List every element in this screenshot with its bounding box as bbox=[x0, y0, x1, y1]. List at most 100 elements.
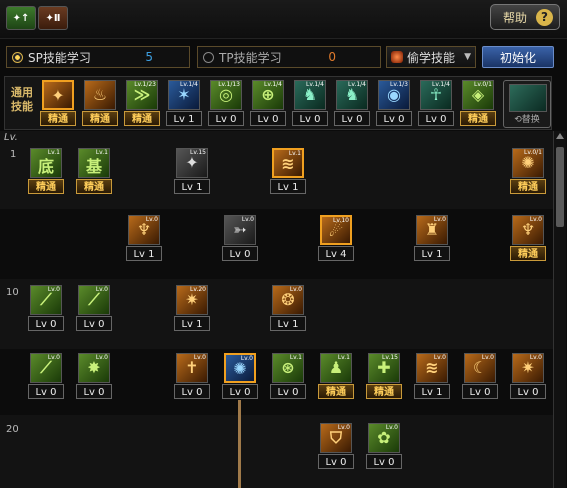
top-bar bbox=[0, 0, 567, 39]
skill-level-label: Lv 0 bbox=[510, 384, 546, 399]
tp-value: 0 bbox=[328, 50, 336, 64]
skill-icon[interactable]: ✺ Lv.0 bbox=[224, 353, 256, 383]
scroll-up-icon[interactable] bbox=[556, 133, 564, 139]
skill-icon[interactable]: ✦ bbox=[42, 80, 74, 110]
general-skill[interactable]: ♨ 精通 bbox=[82, 80, 120, 129]
skill-level-badge: Lv.10 bbox=[333, 217, 349, 224]
skill-icon[interactable]: ☄ Lv.10 bbox=[320, 215, 352, 245]
tree-skill[interactable]: ❂ Lv.0 Lv 1 bbox=[270, 285, 308, 334]
tree-skill[interactable]: ≋ Lv.1 Lv 1 bbox=[270, 148, 308, 197]
skill-icon[interactable]: ◎ Lv.1/13 bbox=[210, 80, 242, 110]
skill-icon[interactable]: 基 Lv.1 bbox=[78, 148, 110, 178]
skill-icon[interactable]: ✦ Lv.15 bbox=[176, 148, 208, 178]
tree-skill[interactable]: ⟋ Lv.0 Lv 0 bbox=[28, 285, 66, 334]
tab-skill-1[interactable]: ✦↑ bbox=[6, 6, 36, 30]
tree-skill[interactable]: ✚ Lv.15 精通 bbox=[366, 353, 404, 402]
scroll-thumb[interactable] bbox=[556, 147, 564, 227]
tree-skill[interactable]: ✦ Lv.15 Lv 1 bbox=[174, 148, 212, 197]
tp-skill-toggle[interactable]: TP技能学习 0 bbox=[197, 46, 381, 68]
skill-icon[interactable]: ✿ Lv.0 bbox=[368, 423, 400, 453]
skill-icon[interactable]: ♞ Lv.1/4 bbox=[336, 80, 368, 110]
general-skill[interactable]: ⊕ Lv.1/4 Lv 0 bbox=[250, 80, 288, 129]
scrollbar[interactable] bbox=[553, 131, 566, 488]
skill-icon[interactable]: ✝ Lv.0 bbox=[176, 353, 208, 383]
tree-skill[interactable]: ☾ Lv.0 Lv 0 bbox=[462, 353, 500, 402]
skill-icon[interactable]: ⊛ Lv.1 bbox=[272, 353, 304, 383]
help-button[interactable]: 帮助 ? bbox=[490, 4, 560, 30]
tree-skill[interactable]: ✸ Lv.0 Lv 0 bbox=[76, 353, 114, 402]
general-skill[interactable]: ◈ Lv.0/1 精通 bbox=[460, 80, 498, 129]
tree-skill[interactable]: ✺ Lv.0/1 精通 bbox=[510, 148, 548, 197]
skill-icon[interactable]: ✷ Lv.0 bbox=[512, 353, 544, 383]
skill-level-label: 精通 bbox=[366, 384, 402, 399]
skill-icon[interactable]: ♜ Lv.0 bbox=[416, 215, 448, 245]
general-skill[interactable]: ♞ Lv.1/4 Lv 0 bbox=[334, 80, 372, 129]
tree-skill[interactable]: ⊛ Lv.1 Lv 0 bbox=[270, 353, 308, 402]
skill-icon[interactable]: ✺ Lv.0/1 bbox=[512, 148, 544, 178]
tree-skill[interactable]: ♆ Lv.0 Lv 1 bbox=[126, 215, 164, 264]
reset-skills-button[interactable]: 初始化 bbox=[482, 46, 554, 68]
job-dropdown[interactable]: 偷学技能 ▼ bbox=[386, 46, 476, 68]
skill-icon[interactable]: ➳ Lv.0 bbox=[224, 215, 256, 245]
skill-icon[interactable]: ⟋ Lv.0 bbox=[30, 353, 62, 383]
skill-level-label: Lv 1 bbox=[166, 111, 202, 126]
tree-skill[interactable]: ✷ Lv.20 Lv 1 bbox=[174, 285, 212, 334]
skill-icon[interactable]: ◈ Lv.0/1 bbox=[462, 80, 494, 110]
tree-skill[interactable]: ♟ Lv.1 精通 bbox=[318, 353, 356, 402]
skill-icon[interactable]: ☾ Lv.0 bbox=[464, 353, 496, 383]
tree-skill[interactable]: ≋ Lv.0 Lv 1 bbox=[414, 353, 452, 402]
general-skill[interactable]: ◉ Lv.1/3 Lv 0 bbox=[376, 80, 414, 129]
skill-icon[interactable]: ♆ Lv.0 bbox=[128, 215, 160, 245]
tree-skill[interactable]: ♆ Lv.0 精通 bbox=[510, 215, 548, 264]
skill-icon[interactable]: ≋ Lv.1 bbox=[272, 148, 304, 178]
skill-icon[interactable]: ♟ Lv.1 bbox=[320, 353, 352, 383]
skill-icon[interactable]: ◉ Lv.1/3 bbox=[378, 80, 410, 110]
skill-level-label: 精通 bbox=[460, 111, 496, 126]
skill-icon[interactable]: ♆ Lv.0 bbox=[512, 215, 544, 245]
skill-icon[interactable]: ✷ Lv.20 bbox=[176, 285, 208, 315]
skill-icon[interactable]: ≫ Lv.1/23 bbox=[126, 80, 158, 110]
skill-level-badge: Lv.0 bbox=[95, 286, 108, 293]
skill-icon[interactable]: ❂ Lv.0 bbox=[272, 285, 304, 315]
skill-icon[interactable]: ✚ Lv.15 bbox=[368, 353, 400, 383]
tree-skill[interactable]: ☄ Lv.10 Lv 4 bbox=[318, 215, 356, 264]
tree-skill[interactable]: ⛉ Lv.0 Lv 0 bbox=[318, 423, 356, 472]
skill-icon[interactable]: ✸ Lv.0 bbox=[78, 353, 110, 383]
swap-skills-button[interactable]: ⟲替换 bbox=[503, 80, 551, 128]
tree-skill[interactable]: ✺ Lv.0 Lv 0 bbox=[222, 353, 260, 402]
skill-icon[interactable]: ✶ Lv.1/4 bbox=[168, 80, 200, 110]
skill-icon[interactable]: ⟋ Lv.0 bbox=[78, 285, 110, 315]
tree-skill[interactable]: 基 Lv.1 精通 bbox=[76, 148, 114, 197]
general-skill[interactable]: ✦ 精通 bbox=[40, 80, 78, 129]
tp-radio-icon[interactable] bbox=[203, 51, 214, 63]
tree-skill[interactable]: ✿ Lv.0 Lv 0 bbox=[366, 423, 404, 472]
sp-skill-toggle[interactable]: SP技能学习 5 bbox=[6, 46, 190, 68]
tree-skill[interactable]: ➳ Lv.0 Lv 0 bbox=[222, 215, 260, 264]
sp-radio-icon[interactable] bbox=[12, 51, 23, 63]
tree-skill[interactable]: ♜ Lv.0 Lv 1 bbox=[414, 215, 452, 264]
tree-skill[interactable]: ⟋ Lv.0 Lv 0 bbox=[76, 285, 114, 334]
general-skill[interactable]: ≫ Lv.1/23 精通 bbox=[124, 80, 162, 129]
general-skill[interactable]: ◎ Lv.1/13 Lv 0 bbox=[208, 80, 246, 129]
tab-skill-2[interactable]: ✦Ⅱ bbox=[38, 6, 68, 30]
skill-icon[interactable]: 底 Lv.1 bbox=[30, 148, 62, 178]
tree-skill[interactable]: ⟋ Lv.0 Lv 0 bbox=[28, 353, 66, 402]
tree-skill[interactable]: ✝ Lv.0 Lv 0 bbox=[174, 353, 212, 402]
tree-skill[interactable]: ✷ Lv.0 Lv 0 bbox=[510, 353, 548, 402]
skill-glyph: ♨ bbox=[92, 85, 108, 104]
skill-icon[interactable]: ☥ Lv.1/4 bbox=[420, 80, 452, 110]
skill-icon[interactable]: ⛉ Lv.0 bbox=[320, 423, 352, 453]
general-skill[interactable]: ♞ Lv.1/4 Lv 0 bbox=[292, 80, 330, 129]
skill-icon[interactable]: ⊕ Lv.1/4 bbox=[252, 80, 284, 110]
general-skill[interactable]: ✶ Lv.1/4 Lv 1 bbox=[166, 80, 204, 129]
tree-skill[interactable]: 底 Lv.1 精通 bbox=[28, 148, 66, 197]
skill-icon[interactable]: ⟋ Lv.0 bbox=[30, 285, 62, 315]
skill-icon[interactable]: ♞ Lv.1/4 bbox=[294, 80, 326, 110]
skill-level-badge: Lv.1/23 bbox=[134, 81, 156, 88]
skill-glyph: ⛉ bbox=[329, 428, 342, 447]
level-label-20: 20 bbox=[6, 424, 19, 435]
general-skill[interactable]: ☥ Lv.1/4 Lv 0 bbox=[418, 80, 456, 129]
skill-icon[interactable]: ≋ Lv.0 bbox=[416, 353, 448, 383]
skill-icon[interactable]: ♨ bbox=[84, 80, 116, 110]
skill-level-badge: Lv.1 bbox=[47, 149, 60, 156]
